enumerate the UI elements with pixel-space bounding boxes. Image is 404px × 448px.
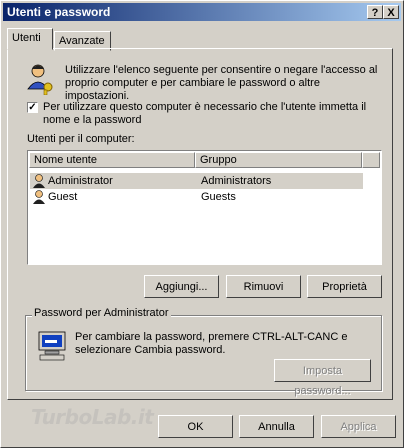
column-header-filler (362, 152, 380, 168)
add-user-button[interactable]: Aggiungi... (144, 275, 219, 298)
user-properties-button[interactable]: Proprietà (307, 275, 382, 298)
cancel-button[interactable]: Annulla (239, 415, 314, 438)
watermark-logo: TurboLab.it (31, 405, 154, 429)
help-button[interactable]: ? (367, 5, 383, 19)
user-name: Administrator (48, 175, 113, 187)
column-header-name[interactable]: Nome utente (29, 152, 195, 168)
apply-button[interactable]: Applica (321, 415, 396, 438)
user-name: Guest (48, 191, 78, 203)
user-group: Guests (201, 191, 236, 203)
users-key-icon (27, 64, 53, 95)
require-password-label: Per utilizzare questo computer è necessa… (43, 101, 367, 126)
password-group-text: Per cambiare la password, premere CTRL-A… (75, 331, 348, 356)
user-icon (33, 190, 45, 204)
ok-button[interactable]: OK (158, 415, 233, 438)
table-row[interactable]: Administrator Administrators (30, 173, 363, 189)
window-title: Utenti e password (7, 5, 111, 19)
set-password-button[interactable]: Imposta password... (274, 359, 371, 397)
column-header-group[interactable]: Gruppo (195, 152, 362, 168)
dialog-window: Utenti e password ? X Utenti Avanzate Ut… (0, 0, 404, 448)
intro-text: Utilizzare l'elenco seguente per consent… (65, 64, 378, 102)
tab-utenti[interactable]: Utenti (7, 28, 53, 50)
users-label: Utenti per il computer: (27, 133, 135, 145)
title-bar: Utenti e password ? X (3, 3, 401, 21)
password-group-title: Password per Administrator (32, 307, 171, 320)
close-button[interactable]: X (383, 5, 399, 19)
require-password-checkbox[interactable]: ✓ (27, 102, 38, 113)
users-list[interactable]: Nome utente Gruppo Administrator Adminis… (27, 150, 382, 265)
remove-user-button[interactable]: Rimuovi (226, 275, 301, 298)
table-row[interactable]: Guest Guests (30, 189, 363, 205)
user-icon (33, 174, 45, 188)
user-group: Administrators (201, 175, 272, 187)
computer-password-icon (38, 331, 66, 361)
